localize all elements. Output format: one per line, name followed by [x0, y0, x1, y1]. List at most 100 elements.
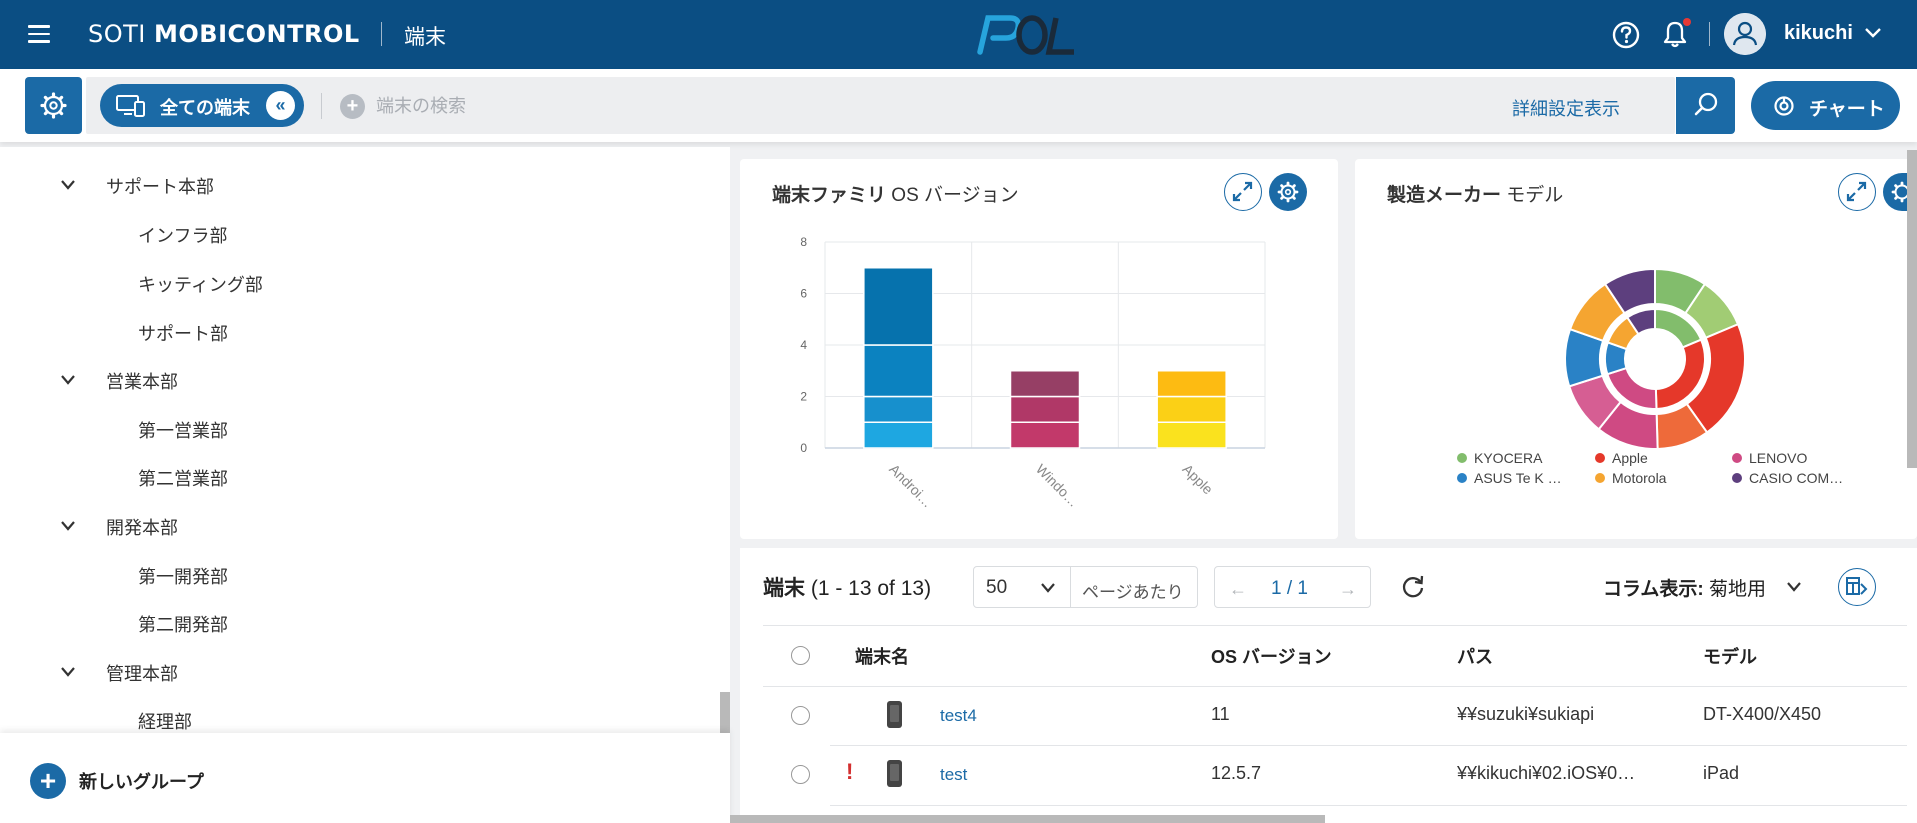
row-select-radio[interactable]: [791, 765, 810, 784]
bar-segment[interactable]: [1156, 370, 1227, 398]
legend-swatch: [1457, 453, 1467, 463]
legend-label[interactable]: ASUS Te K …: [1474, 470, 1562, 486]
hamburger-icon[interactable]: [28, 25, 50, 43]
all-devices-label: 全ての端末: [160, 98, 250, 118]
model-cell: iPad: [1703, 763, 1740, 783]
phone-icon: [887, 760, 902, 787]
all-devices-filter[interactable]: 全ての端末 «: [100, 84, 304, 127]
tree-item[interactable]: 営業本部: [106, 368, 178, 394]
tree-item[interactable]: 管理本部: [106, 660, 178, 686]
x-tick-label: Androi…: [886, 461, 936, 511]
tree-item[interactable]: 開発本部: [106, 514, 178, 540]
chevron-down-icon[interactable]: [60, 179, 76, 191]
tree-item[interactable]: 経理部: [138, 708, 192, 734]
column-header[interactable]: OS バージョン: [1211, 643, 1332, 669]
chevron-down-icon[interactable]: [1864, 26, 1882, 40]
tree-item[interactable]: 第一開発部: [138, 563, 228, 589]
pagination: ← 1 / 1 →: [1214, 566, 1371, 608]
legend-swatch: [1457, 473, 1467, 483]
add-filter-icon[interactable]: +: [340, 94, 365, 119]
next-page-button[interactable]: →: [1339, 579, 1357, 600]
plus-icon: +: [30, 763, 66, 799]
path-cell: ¥¥kikuchi¥02.iOS¥0…: [1457, 763, 1636, 783]
os-version-cell: 11: [1211, 704, 1230, 724]
search-button[interactable]: [1676, 77, 1735, 134]
brand-light: SOTI: [88, 20, 154, 48]
per-page-label: ページあたり: [1082, 583, 1184, 602]
legend-label[interactable]: LENOVO: [1749, 450, 1807, 466]
bar-segment[interactable]: [1156, 395, 1227, 423]
tree-item[interactable]: サポート本部: [106, 173, 214, 199]
device-name-link[interactable]: test4: [940, 706, 977, 726]
column-settings-button[interactable]: [1838, 568, 1876, 606]
header-divider: [1709, 22, 1710, 46]
bar-segment[interactable]: [863, 344, 934, 398]
path-cell: ¥¥suzuki¥sukiapi: [1457, 704, 1595, 724]
product-logo: SOTI MOBICONTROL: [88, 20, 360, 48]
devices-title-bold: 端末: [763, 577, 805, 600]
bar-segment[interactable]: [863, 267, 934, 346]
chevron-down-icon[interactable]: [60, 520, 76, 532]
search-input[interactable]: [376, 93, 1076, 119]
tree-item[interactable]: インフラ部: [138, 222, 227, 248]
help-icon[interactable]: [1611, 20, 1641, 50]
devices-title: 端末 (1 - 13 of 13): [763, 572, 931, 602]
legend-label[interactable]: Motorola: [1612, 470, 1667, 486]
tree-item[interactable]: 第二開発部: [138, 611, 228, 637]
row-select-radio[interactable]: [791, 706, 810, 725]
x-tick-label: Windo…: [1033, 461, 1082, 510]
select-all-radio[interactable]: [791, 646, 810, 665]
group-tree: サポート本部 インフラ部 キッティング部 サポート部 営業本部 第一営業部 第二…: [0, 147, 730, 823]
tree-item[interactable]: 第二営業部: [138, 465, 228, 491]
chevron-down-icon[interactable]: [60, 666, 76, 678]
bar-segment[interactable]: [863, 395, 934, 423]
legend-swatch: [1595, 453, 1605, 463]
bar-segment[interactable]: [1156, 421, 1227, 449]
legend-label[interactable]: Apple: [1612, 450, 1648, 466]
devices-icon: [116, 95, 145, 117]
y-tick-label: 2: [800, 390, 807, 404]
bar-segment[interactable]: [863, 421, 934, 449]
company-logo: [977, 15, 1074, 55]
bar-segment[interactable]: [1009, 421, 1081, 449]
table-divider: [763, 625, 1907, 626]
column-header[interactable]: モデル: [1703, 643, 1757, 669]
top-header: SOTI MOBICONTROL 端末 kikuchi: [0, 0, 1917, 69]
model-donut-chart: KYOCERA Apple LENOVO ASUS Te K … Motorola CAS…: [1457, 267, 1843, 486]
column-display[interactable]: コラム表示: 菊地用: [1603, 574, 1766, 601]
chart-button[interactable]: チャート: [1751, 81, 1900, 130]
chevron-down-icon[interactable]: [60, 374, 76, 386]
prev-page-button[interactable]: ←: [1229, 579, 1247, 600]
user-icon[interactable]: [1724, 13, 1766, 55]
advanced-settings-link[interactable]: 詳細設定表示: [1512, 95, 1620, 121]
settings-button[interactable]: [25, 77, 82, 134]
tree-item[interactable]: キッティング部: [138, 271, 263, 297]
vertical-scrollbar[interactable]: [1907, 150, 1917, 468]
header-divider: [381, 22, 382, 46]
notification-dot: [1683, 18, 1691, 26]
tree-item[interactable]: サポート部: [138, 320, 228, 346]
collapse-icon[interactable]: «: [266, 91, 295, 120]
device-name-link[interactable]: test: [940, 765, 967, 785]
tree-item[interactable]: 第一営業部: [138, 417, 228, 443]
brand-bold: MOBICONTROL: [154, 20, 360, 48]
search-divider: [321, 93, 322, 119]
horizontal-scrollbar[interactable]: [730, 815, 1325, 823]
per-page-select[interactable]: 50 ページあたり: [973, 566, 1198, 608]
column-header[interactable]: 端末名: [855, 643, 909, 669]
gear-icon: [40, 92, 67, 119]
legend-swatch: [1732, 473, 1742, 483]
legend-label[interactable]: CASIO COM…: [1749, 470, 1843, 486]
bar-segment[interactable]: [1009, 370, 1081, 398]
per-page-value[interactable]: 50: [986, 577, 1007, 599]
page-indicator: 1 / 1: [1271, 578, 1308, 599]
refresh-icon[interactable]: [1398, 571, 1428, 601]
column-header[interactable]: パス: [1457, 643, 1493, 669]
column-display-value[interactable]: 菊地用: [1709, 579, 1766, 600]
chevron-down-icon[interactable]: [1786, 581, 1802, 593]
username[interactable]: kikuchi: [1784, 22, 1853, 45]
legend-label[interactable]: KYOCERA: [1474, 450, 1543, 466]
chevron-down-icon[interactable]: [1040, 582, 1056, 594]
bar-segment[interactable]: [1009, 395, 1081, 423]
new-group-button[interactable]: + 新しいグループ: [0, 733, 730, 823]
